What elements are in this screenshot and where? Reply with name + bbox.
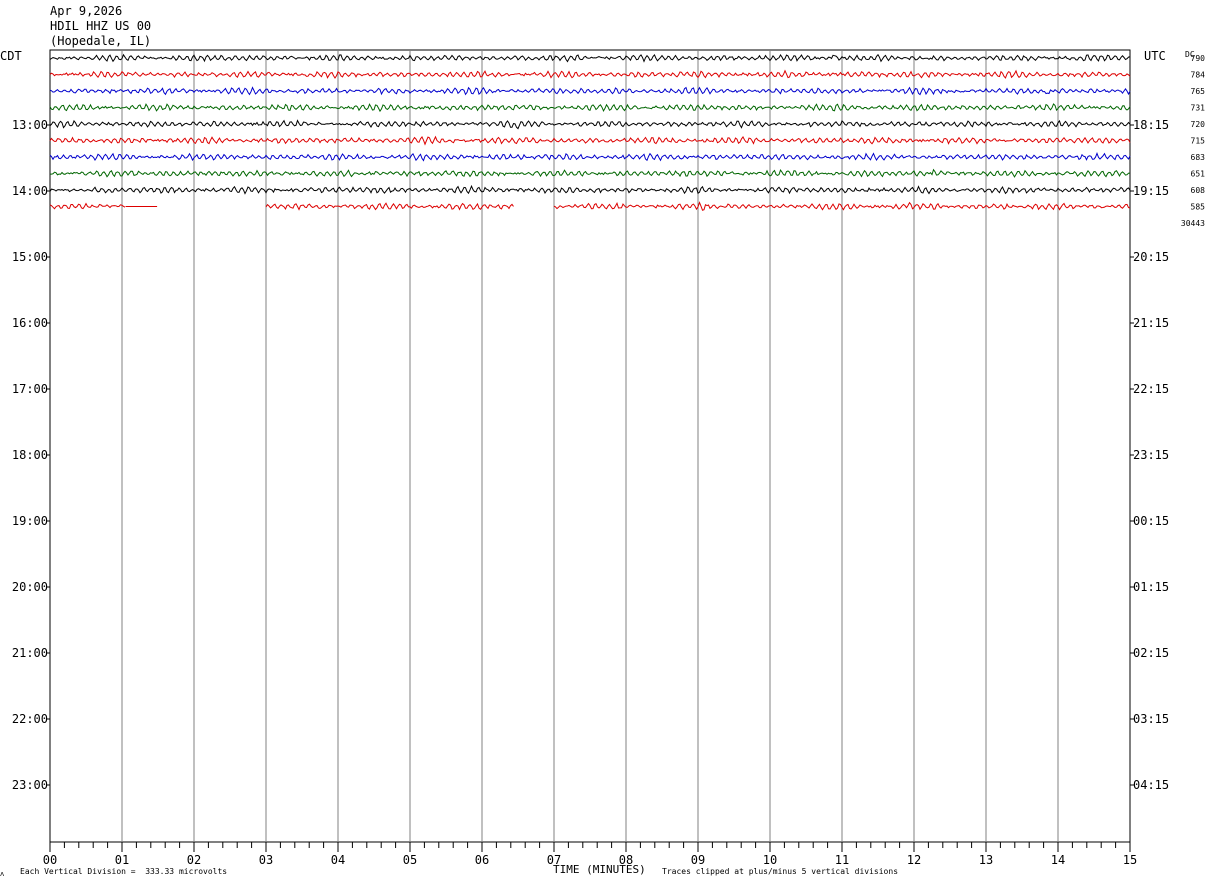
cdt-time-label: 22:00	[12, 712, 48, 726]
dc-offset-label: 683	[1191, 153, 1206, 162]
x-tick-label: 05	[403, 853, 417, 867]
x-tick-label: 13	[979, 853, 993, 867]
dc-offset-label: 30443	[1181, 219, 1205, 228]
cdt-time-label: 16:00	[12, 316, 48, 330]
utc-time-label: 18:15	[1133, 118, 1169, 132]
utc-time-label: 23:15	[1133, 448, 1169, 462]
seismic-trace-black	[49, 53, 1131, 63]
seismic-trace-red	[49, 69, 1131, 79]
utc-time-label: 19:15	[1133, 184, 1169, 198]
utc-time-label: 20:15	[1133, 250, 1169, 264]
seismogram-plot: 00 01 02 03 04 05 06 07 08 09 10 11 12 13 14 1513:0014:…	[12, 49, 1206, 867]
x-tick-label: 14	[1051, 853, 1065, 867]
utc-time-label: 22:15	[1133, 382, 1169, 396]
seismic-trace-blue	[49, 152, 1131, 162]
dc-offset-label: 651	[1191, 170, 1206, 179]
cdt-time-label: 21:00	[12, 646, 48, 660]
dc-offset-label: 585	[1191, 203, 1206, 212]
seismic-trace-red	[49, 135, 1131, 146]
dc-offset-label: 731	[1191, 104, 1206, 113]
dc-offset-label: 765	[1191, 87, 1206, 96]
cdt-time-label: 23:00	[12, 778, 48, 792]
cdt-time-label: 20:00	[12, 580, 48, 594]
utc-time-label: 00:15	[1133, 514, 1169, 528]
x-tick-label: 12	[907, 853, 921, 867]
x-tick-label: 06	[475, 853, 489, 867]
x-tick-label: 02	[187, 853, 201, 867]
x-tick-label: 00	[43, 853, 57, 867]
dc-offset-label: 790	[1191, 54, 1206, 63]
cdt-time-label: 15:00	[12, 250, 48, 264]
clip-note: Traces clipped at plus/minus 5 vertical …	[662, 867, 899, 876]
x-tick-label: 09	[691, 853, 705, 867]
cdt-time-label: 19:00	[12, 514, 48, 528]
cdt-time-label: 13:00	[12, 118, 48, 132]
seismic-trace-blue	[49, 86, 1131, 96]
x-tick-label: 04	[331, 853, 345, 867]
x-tick-label: 10	[763, 853, 777, 867]
seismic-trace-black	[49, 119, 1131, 130]
corner-mark: ᴧ	[0, 870, 5, 878]
plot-frame	[49, 49, 1131, 843]
utc-time-label: 03:15	[1133, 712, 1169, 726]
cdt-time-label: 17:00	[12, 382, 48, 396]
cdt-time-label: 18:00	[12, 448, 48, 462]
dc-offset-label: 720	[1191, 120, 1206, 129]
x-tick-label: 15	[1123, 853, 1137, 867]
x-tick-label: 11	[835, 853, 849, 867]
utc-time-label: 01:15	[1133, 580, 1169, 594]
cdt-time-label: 14:00	[12, 184, 48, 198]
x-axis-label: TIME (MINUTES)	[553, 863, 646, 876]
dc-offset-label: 715	[1191, 137, 1206, 146]
scale-note: Each Vertical Division = 333.33 microvol…	[20, 867, 228, 876]
dc-offset-label: 608	[1191, 186, 1206, 195]
seismic-trace-red	[49, 202, 126, 210]
utc-time-label: 21:15	[1133, 316, 1169, 330]
seismic-trace-black	[49, 184, 1131, 195]
seismic-trace-green	[50, 168, 1131, 178]
seismic-trace-green	[49, 103, 1131, 113]
seismic-trace-red	[265, 202, 514, 211]
dc-offset-label: 784	[1191, 71, 1206, 80]
x-tick-label: 01	[115, 853, 129, 867]
utc-time-label: 02:15	[1133, 646, 1169, 660]
x-tick-label: 03	[259, 853, 273, 867]
utc-time-label: 04:15	[1133, 778, 1169, 792]
